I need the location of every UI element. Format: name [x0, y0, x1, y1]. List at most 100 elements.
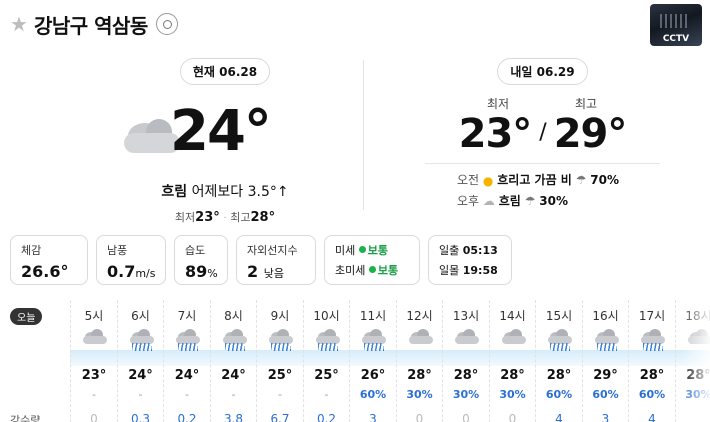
tomorrow-am-pm: 오전 ● 흐리고 가끔 비 ☂ 70% 오후 ☁ 흐림 ☂ 30% [457, 170, 660, 211]
sunrise-time: 05:13 [462, 244, 498, 257]
hour-column: 15시 28° 60% 4 [535, 300, 582, 422]
dust-card[interactable]: 미세 보통 초미세 보통 [324, 235, 420, 285]
rain-icon [629, 323, 675, 353]
tomorrow-max-label: 최고 [575, 97, 598, 111]
card-title: 자외선지수 [247, 244, 298, 257]
rain-icon [164, 323, 210, 353]
wind-card[interactable]: 남풍 0.7m/s [96, 235, 166, 285]
rain-icon [211, 323, 257, 353]
hour-column: 12시 28° 30% 0 [395, 300, 443, 422]
hour-label: 6시 [131, 309, 150, 323]
hour-precip-amount: 0 [508, 412, 517, 422]
hour-precip-amount: 0 [90, 412, 98, 422]
min-temp: 23° [195, 210, 220, 225]
hour-temperature: 24° [128, 368, 153, 383]
hour-column: 14시 28° 30% 0 [488, 300, 536, 422]
hour-label: 17시 [638, 309, 666, 323]
cloudy-icon [490, 323, 536, 353]
hour-label: 12시 [406, 309, 433, 323]
hour-precip-probability: - [278, 388, 282, 401]
divider [363, 60, 364, 210]
pm25-status: 보통 [377, 264, 399, 277]
max-label: 최고 [230, 211, 251, 224]
status-dot [358, 246, 366, 253]
tomorrow-temps: 23°/ 29° [425, 111, 660, 157]
hour-column: 6시 24° - 0.3 [116, 300, 164, 422]
card-unit: m/s [135, 267, 156, 280]
sunset-time: 19:58 [462, 264, 498, 277]
uv-card[interactable]: 자외선지수 2 낮음 [236, 235, 316, 285]
min-label: 최저 [174, 211, 196, 224]
rain-icon [583, 323, 629, 353]
current-temperature: 24° [170, 99, 272, 164]
hour-label: 13시 [452, 309, 480, 323]
hour-precip-probability: 60% [592, 388, 619, 401]
star-icon[interactable]: ★ [10, 12, 28, 36]
hour-precip-amount: 4 [555, 412, 563, 422]
hour-temperature: 23° [81, 368, 107, 383]
hour-column: 5시 23° - 0 [70, 300, 117, 422]
card-value: 26.6° [21, 262, 69, 281]
feels-like-card[interactable]: 체감 26.6° [10, 235, 88, 285]
hour-temperature: 28° [546, 368, 572, 383]
card-value: 2 [247, 262, 259, 281]
location-title[interactable]: 강남구 역삼동 [34, 10, 148, 39]
card-title: 남풍 [107, 244, 128, 257]
tomorrow-weather: 내일 06.29 최저 최고 23°/ 29° 오전 ● 흐리고 가끔 비 ☂ 7… [425, 58, 660, 211]
hour-precip-amount: 0 [415, 412, 424, 422]
current-weather: 현재 06.28 24° 흐림 어제보다 3.5°↑ 최저23° · 최고28° [110, 58, 340, 225]
cloudy-icon [443, 323, 489, 353]
cctv-image [660, 14, 690, 28]
rain-icon [257, 323, 303, 353]
hour-label: 7시 [177, 309, 197, 323]
location-header: ★ 강남구 역삼동 [10, 10, 178, 38]
rain-icon [536, 323, 582, 353]
hourly-forecast[interactable]: 오늘 강수량 5시 23° - 0 6시 24° - 0.3 7시 24° - 0.2 8시 24° - 3.… [0, 300, 710, 422]
tomorrow-min: 23° [458, 111, 533, 157]
hour-precip-probability: 60% [638, 388, 666, 401]
hour-temperature: 26° [360, 368, 386, 383]
hour-precip-probability: 60% [545, 388, 573, 401]
slash: / [539, 120, 546, 145]
hour-precip-probability: - [324, 388, 329, 401]
hour-column: 17시 28° 60% 4 [628, 300, 675, 422]
tomorrow-max: 29° [553, 111, 628, 157]
hour-precip-probability: 60% [359, 388, 387, 401]
current-date-pill: 현재 06.28 [179, 58, 271, 85]
tomorrow-date-pill: 내일 06.29 [497, 58, 588, 85]
hour-column: 10시 25° - 0.2 [302, 300, 350, 422]
rain-icon [118, 323, 164, 353]
hour-precip-amount: 0.2 [177, 412, 197, 422]
cloudy-icon [71, 323, 117, 353]
hour-precip-probability: - [185, 388, 189, 401]
hour-temperature: 25° [314, 368, 339, 383]
hour-precip-amount: 3.8 [223, 412, 244, 422]
hour-precip-amount: 3 [601, 412, 610, 422]
card-value: 89 [185, 262, 208, 281]
sun-card[interactable]: 일출 05:13 일몰 19:58 [428, 235, 512, 285]
hour-label: 5시 [84, 309, 104, 323]
hour-precip-amount: 3 [369, 412, 377, 422]
hour-label: 16시 [592, 309, 619, 323]
hour-precip-amount: 0 [462, 412, 470, 422]
hour-precip-amount: 0.2 [316, 412, 337, 422]
hour-label: 10시 [313, 309, 340, 323]
today-min-max: 최저23° · 최고28° [174, 210, 276, 225]
hour-column: 16시 29° 60% 3 [581, 300, 629, 422]
hour-precip-amount: 6.7 [270, 412, 290, 422]
card-unit: % [207, 267, 218, 280]
hour-column: 13시 28° 30% 0 [442, 300, 489, 422]
hour-temperature: 28° [639, 368, 665, 383]
hour-temperature: 28° [453, 368, 479, 383]
hour-temperature: 25° [267, 368, 293, 383]
hour-precip-probability: 30% [452, 388, 480, 401]
pm-pop: 30% [539, 193, 568, 208]
hour-precip-amount: 0.3 [130, 412, 151, 422]
hour-temperature: 28° [407, 368, 432, 383]
humidity-card[interactable]: 습도 89% [174, 235, 228, 285]
condition-text: 흐림 [161, 184, 188, 200]
location-target-icon[interactable] [155, 13, 178, 35]
cctv-thumbnail[interactable]: CCTV [650, 4, 702, 46]
divider [425, 163, 660, 164]
compare-yesterday: 어제보다 3.5°↑ [191, 184, 289, 200]
